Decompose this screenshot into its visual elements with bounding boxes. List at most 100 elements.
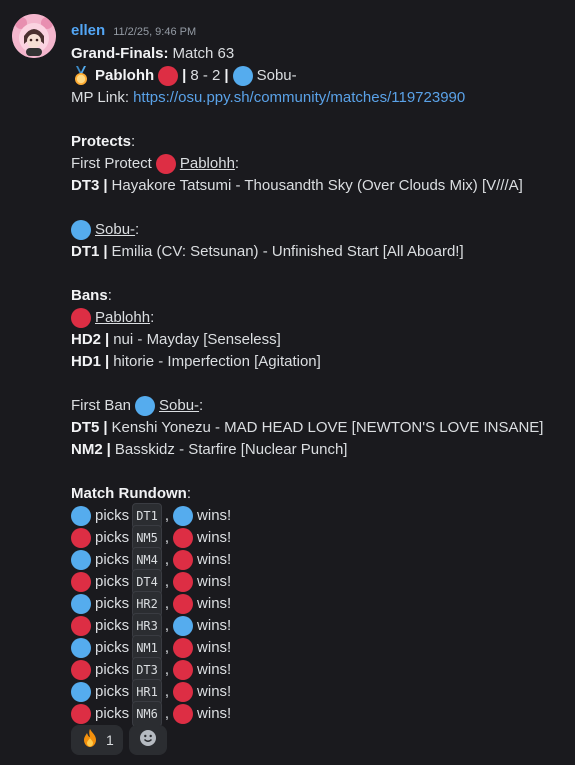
picks-label: picks: [95, 573, 130, 590]
separator-bar: |: [224, 67, 229, 84]
match-title-line: Grand-Finals: Match 63: [71, 43, 565, 65]
comma: ,: [164, 573, 170, 590]
rundown-row: picks DT4, wins!: [71, 569, 565, 595]
separator-bar: |: [105, 331, 110, 348]
rundown-row: picks NM4, wins!: [71, 547, 565, 573]
avatar[interactable]: [12, 14, 56, 58]
picks-label: picks: [95, 529, 130, 546]
wins-label: wins!: [197, 573, 232, 590]
picks-label: picks: [95, 617, 130, 634]
ban-map: DT5 | Kenshi Yonezu - MAD HEAD LOVE [NEWT…: [71, 417, 565, 439]
separator-bar: |: [103, 419, 108, 436]
comma: ,: [164, 551, 170, 568]
mod-slot: DT3: [71, 177, 100, 194]
wins-label: wins!: [197, 661, 232, 678]
comma: ,: [164, 507, 170, 524]
red-circle-icon: [173, 528, 194, 548]
player-red-mention[interactable]: Pablohh: [95, 307, 150, 329]
colon: :: [186, 485, 191, 502]
rundown-row: picks DT1, wins!: [71, 503, 565, 529]
blue-circle-icon: [173, 506, 194, 526]
mod-slot: DT5: [71, 419, 100, 436]
rundown-row: picks HR1, wins!: [71, 679, 565, 705]
picks-label: picks: [95, 705, 130, 722]
map-name: Kenshi Yonezu - MAD HEAD LOVE [NEWTON'S …: [111, 419, 544, 436]
rundown-heading: Match Rundown:: [71, 483, 565, 505]
player-blue-mention[interactable]: Sobu-: [95, 219, 135, 241]
rundown-list: picks DT1, wins! picks NM5, wins! picks NM4, win…: [71, 503, 565, 727]
blue-circle-icon: [135, 396, 156, 416]
red-circle-icon: [173, 550, 194, 570]
red-circle-icon: [173, 638, 194, 658]
player-blue-mention[interactable]: Sobu-: [159, 395, 199, 417]
blue-circle-icon: [71, 638, 91, 658]
red-circle-icon: [173, 594, 194, 614]
wins-label: wins!: [197, 639, 232, 656]
picks-label: picks: [95, 683, 130, 700]
mod-slot: NM2: [71, 441, 103, 458]
first-ban-line: First Ban Sobu-:: [71, 395, 565, 417]
colon: :: [131, 133, 136, 150]
red-circle-icon: [173, 660, 194, 680]
blue-circle-icon: [71, 550, 91, 570]
red-circle-icon: [71, 528, 91, 548]
reaction-fire[interactable]: 1: [71, 725, 123, 755]
blue-circle-icon: [71, 220, 91, 240]
chat-message: ellen 11/2/25, 9:46 PM Grand-Finals: Mat…: [0, 0, 575, 765]
first-ban-label: First Ban: [71, 397, 132, 414]
score-line: Pablohh | 8 - 2 | Sobu-: [71, 65, 565, 87]
colon: :: [135, 221, 140, 238]
timestamp[interactable]: 11/2/25, 9:46 PM: [113, 26, 196, 38]
map-name: Basskidz - Starfire [Nuclear Punch]: [114, 441, 348, 458]
red-circle-icon: [173, 572, 194, 592]
mod-slot: DT1: [71, 243, 100, 260]
add-reaction-button[interactable]: [128, 725, 167, 755]
protect-red-map: DT3 | Hayakore Tatsumi - Thousandth Sky (…: [71, 175, 565, 197]
wins-label: wins!: [197, 551, 232, 568]
comma: ,: [164, 705, 170, 722]
bans-red-heading: Pablohh:: [71, 307, 565, 329]
mp-link[interactable]: https://osu.ppy.sh/community/matches/119…: [133, 87, 465, 109]
blue-circle-icon: [173, 616, 194, 636]
ban-map: NM2 | Basskidz - Starfire [Nuclear Punch]: [71, 439, 565, 461]
wins-label: wins!: [197, 705, 232, 722]
grand-finals-label: Grand-Finals:: [71, 45, 169, 62]
picks-label: picks: [95, 551, 130, 568]
rundown-row: picks NM5, wins!: [71, 525, 565, 551]
player-red-mention[interactable]: Pablohh: [180, 153, 235, 175]
reactions-bar: 1: [71, 725, 167, 755]
player-red-name: Pablohh: [95, 67, 155, 84]
wins-label: wins!: [197, 507, 232, 524]
score: 8 - 2: [190, 67, 221, 84]
blue-circle-icon: [71, 594, 91, 614]
picks-label: picks: [95, 507, 130, 524]
add-reaction-icon: [138, 728, 158, 752]
reaction-count: 1: [106, 732, 114, 748]
red-circle-icon: [71, 660, 91, 680]
bans-title: Bans: [71, 287, 108, 304]
red-circle-icon: [71, 308, 91, 328]
comma: ,: [164, 617, 170, 634]
mp-link-label: MP Link:: [71, 89, 130, 106]
username[interactable]: ellen: [71, 22, 105, 39]
map-code: NM6: [132, 701, 162, 727]
separator-bar: |: [105, 353, 110, 370]
red-circle-icon: [71, 704, 91, 724]
rundown-row: picks NM1, wins!: [71, 635, 565, 661]
separator-bar: |: [103, 177, 108, 194]
colon: :: [199, 397, 204, 414]
rundown-row: picks DT3, wins!: [71, 657, 565, 683]
first-protect-line: First Protect Pablohh:: [71, 153, 565, 175]
comma: ,: [164, 661, 170, 678]
mod-slot: HD2: [71, 331, 102, 348]
red-circle-icon: [71, 572, 91, 592]
comma: ,: [164, 529, 170, 546]
ban-map: HD2 | nui - Mayday [Senseless]: [71, 329, 565, 351]
fire-icon: [80, 728, 100, 752]
protects-heading: Protects:: [71, 131, 565, 153]
medal-icon: [71, 66, 91, 86]
red-circle-icon: [173, 682, 194, 702]
protects-title: Protects: [71, 133, 132, 150]
picks-label: picks: [95, 661, 130, 678]
colon: :: [234, 155, 240, 172]
